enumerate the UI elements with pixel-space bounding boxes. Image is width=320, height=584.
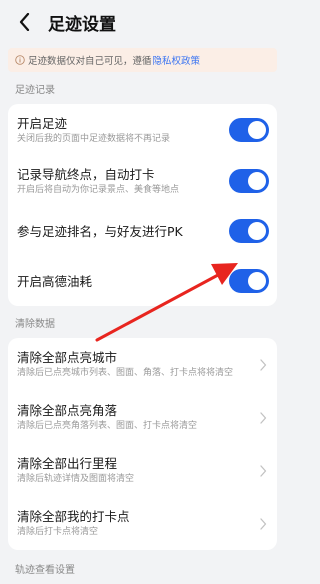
back-button[interactable]: [14, 10, 34, 34]
auto-checkin-toggle[interactable]: [229, 169, 269, 193]
back-arrow-icon: [19, 13, 29, 31]
clear-row-cities[interactable]: 清除全部点亮城市 清除后已点亮城市列表、图面、角落、打卡点将将清空: [8, 338, 277, 391]
chevron-right-icon: [260, 464, 267, 477]
clear-row-checkins[interactable]: 清除全部我的打卡点 清除后打卡点将清空: [8, 497, 277, 550]
info-icon: [15, 55, 25, 65]
clear-subtitle: 清除后已点亮城市列表、图面、角落、打卡点将将清空: [17, 368, 234, 378]
fuel-consumption-toggle[interactable]: [229, 269, 269, 293]
clear-subtitle: 清除后已点亮角落列表、图面、打卡点将清空: [17, 421, 198, 431]
app-header: 足迹设置: [0, 0, 285, 44]
notice-text: 足迹数据仅对自己可见，遵循: [28, 56, 152, 67]
setting-title: 开启足迹: [17, 115, 68, 131]
setting-row-ranking-pk[interactable]: 参与足迹排名，与好友进行PK: [8, 206, 277, 256]
setting-subtitle: 开启后将自动为你记录景点、美食等地点: [17, 184, 180, 195]
ranking-pk-toggle[interactable]: [229, 219, 269, 243]
enable-footprint-toggle[interactable]: [229, 118, 269, 142]
clear-subtitle: 清除后轨迹详情及图面将清空: [17, 474, 135, 484]
setting-row-enable-footprint[interactable]: 开启足迹 关闭后我的页面中足迹数据将不再记录: [8, 104, 277, 156]
setting-title: 开启高德油耗: [17, 273, 93, 289]
clear-title: 清除全部点亮城市: [17, 350, 118, 365]
toggle-knob: [248, 121, 266, 139]
toggle-knob: [248, 172, 266, 190]
clear-data-group: 清除全部点亮城市 清除后已点亮城市列表、图面、角落、打卡点将将清空 清除全部点亮…: [8, 338, 277, 550]
chevron-right-icon: [260, 358, 267, 371]
chevron-right-icon: [260, 517, 267, 530]
clear-subtitle: 清除后打卡点将清空: [17, 527, 99, 537]
setting-subtitle: 关闭后我的页面中足迹数据将不再记录: [17, 133, 171, 144]
section-label-track: 轨迹查看设置: [15, 565, 75, 576]
clear-title: 清除全部出行里程: [17, 456, 118, 471]
chevron-right-icon: [260, 411, 267, 424]
toggle-knob: [248, 272, 266, 290]
clear-title: 清除全部我的打卡点: [17, 509, 130, 524]
page-title: 足迹设置: [48, 14, 116, 35]
setting-title: 记录导航终点，自动打卡: [17, 166, 155, 182]
setting-row-auto-checkin[interactable]: 记录导航终点，自动打卡 开启后将自动为你记录景点、美食等地点: [8, 156, 277, 206]
privacy-policy-link[interactable]: 隐私权政策: [153, 53, 201, 67]
clear-row-corners[interactable]: 清除全部点亮角落 清除后已点亮角落列表、图面、打卡点将清空: [8, 391, 277, 444]
section-label-clear: 清除数据: [15, 319, 55, 330]
footprint-settings-group: 开启足迹 关闭后我的页面中足迹数据将不再记录 记录导航终点，自动打卡 开启后将自…: [8, 104, 277, 306]
setting-row-fuel-consumption[interactable]: 开启高德油耗: [8, 256, 277, 306]
privacy-notice: 足迹数据仅对自己可见，遵循 隐私权政策: [8, 48, 277, 72]
clear-row-mileage[interactable]: 清除全部出行里程 清除后轨迹详情及图面将清空: [8, 444, 277, 497]
section-label-footprint: 足迹记录: [15, 85, 55, 96]
setting-title: 参与足迹排名，与好友进行PK: [17, 223, 183, 239]
clear-title: 清除全部点亮角落: [17, 403, 118, 418]
toggle-knob: [248, 222, 266, 240]
